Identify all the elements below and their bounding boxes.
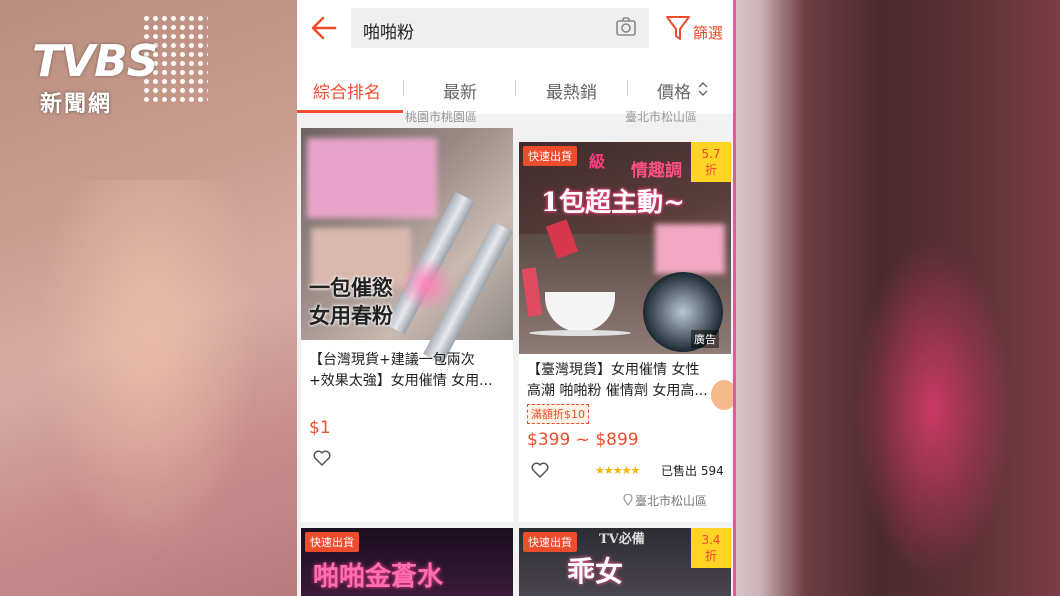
product-title[interactable]: 【臺灣現貨】女用催情 女性 高潮 啪啪粉 催情劑 女用高... [527,360,723,402]
discount-value: 3.4 [701,533,721,547]
heart-icon[interactable] [313,450,331,466]
sort-toggle-icon[interactable] [698,82,708,96]
funnel-icon [666,16,690,40]
filter-button[interactable]: 篩選 [665,12,729,46]
logo-subtitle: 新聞網 [40,92,113,117]
screen-edge [733,0,736,596]
image-caption: 一包催慾 [309,275,393,300]
product-title-line: 【台灣現貨+建議一包兩次 [309,352,475,368]
tab-price[interactable]: 價格 [657,78,691,103]
fast-shipping-badge: 快速出貨 [305,532,359,552]
tab-best-selling[interactable]: 最熱銷 [546,78,597,103]
back-arrow-icon[interactable] [309,14,339,42]
location-label: 桃園市桃園區 [405,110,478,124]
camera-icon[interactable] [615,16,637,38]
fast-shipping-badge: 快速出貨 [523,146,577,166]
ad-label: 廣告 [691,330,719,348]
tvbs-watermark-logo: TVBS 新聞網 [30,14,210,117]
product-grid: 桃園市桃園區 臺北市松山區 一包催慾 女用春粉 【台灣現貨+建議一包兩次 +效果… [297,110,733,596]
product-image[interactable]: 快速出貨 TV必備 乖女 3.4 折 [519,528,731,596]
image-headline: 1包超主動~ [541,188,685,218]
product-card[interactable]: 快速出貨 TV必備 乖女 3.4 折 [519,528,731,596]
discount-unit: 折 [704,549,717,563]
floating-button[interactable] [711,380,733,410]
image-caption: TV必備 [599,532,645,547]
image-headline: 啪啪金蒼水 [313,562,444,592]
phone-screen: 啪啪粉 篩選 綜合排名 最新 最熱銷 價格 桃園市桃園區 臺北市松山區 一包催慾… [297,0,733,596]
product-image[interactable]: 快速出貨 級 情趣調 1包超主動~ 廣告 5.7 折 [519,142,731,354]
tab-newest[interactable]: 最新 [443,78,477,103]
search-input[interactable]: 啪啪粉 [351,8,649,48]
search-bar: 啪啪粉 篩選 [297,0,733,58]
heart-icon[interactable] [531,462,549,478]
discount-unit: 折 [704,163,717,177]
discount-tag: 5.7 折 [691,142,731,182]
product-title[interactable]: 【台灣現貨+建議一包兩次 +效果太強】女用催情 女用... [309,350,505,392]
filter-label: 篩選 [693,24,724,42]
promo-tag: 滿額折$10 [527,404,589,424]
product-price: $399 ~ $899 [527,430,639,450]
product-price: $1 [309,418,331,438]
image-caption: 情趣調 [631,161,682,181]
tab-divider [403,80,404,96]
product-image[interactable]: 快速出貨 啪啪金蒼水 [301,528,513,596]
product-card[interactable]: 一包催慾 女用春粉 【台灣現貨+建議一包兩次 +效果太強】女用催情 女用... … [301,128,513,522]
logo-brand: TVBS [32,36,158,87]
discount-value: 5.7 [701,147,721,161]
active-tab-indicator [297,110,403,113]
sort-tabs: 綜合排名 最新 最熱銷 價格 [297,58,733,115]
location-label: 臺北市松山區 [625,110,698,124]
search-query: 啪啪粉 [363,23,414,43]
discount-tag: 3.4 折 [691,528,731,568]
tab-divider [515,80,516,96]
image-caption: 女用春粉 [309,303,393,328]
product-title-line: 高潮 啪啪粉 催情劑 女用高... [527,383,708,399]
image-headline: 乖女 [567,555,624,588]
image-caption: 級 [589,152,606,171]
tab-divider [627,80,628,96]
product-card[interactable]: 快速出貨 級 情趣調 1包超主動~ 廣告 5.7 折 【臺灣現貨】女用催情 女性… [519,142,731,522]
background-right [733,0,1060,596]
sold-count: 已售出 594 [661,464,724,478]
product-title-line: +效果太強】女用催情 女用... [309,373,493,389]
location-pin-icon [623,494,633,506]
rating-stars: ★★★★★ [595,464,640,477]
product-image[interactable]: 一包催慾 女用春粉 [301,128,513,365]
tab-overall-ranking[interactable]: 綜合排名 [313,78,381,103]
fast-shipping-badge: 快速出貨 [523,532,577,552]
product-card[interactable]: 快速出貨 啪啪金蒼水 [301,528,513,596]
product-title-line: 【臺灣現貨】女用催情 女性 [527,362,700,378]
seller-location: 臺北市松山區 [635,494,708,508]
